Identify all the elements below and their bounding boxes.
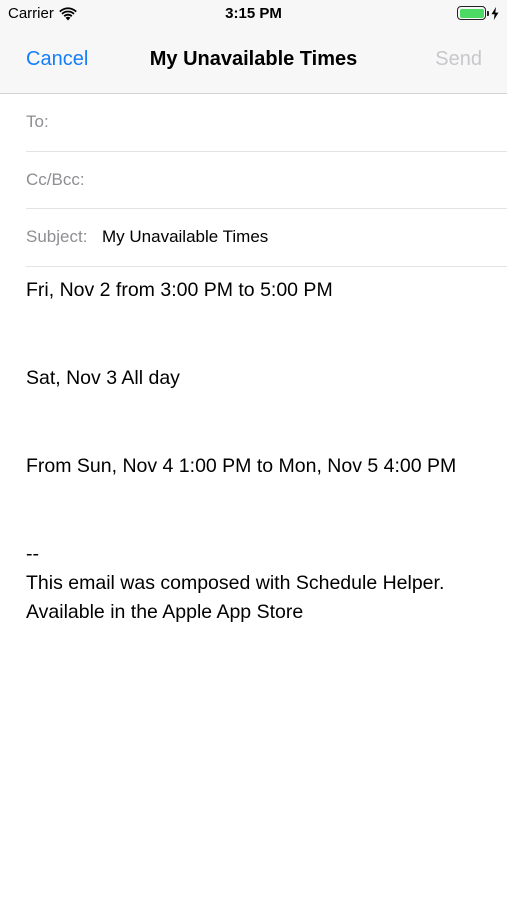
status-time: 3:15 PM [225,5,282,22]
send-button[interactable]: Send [435,48,482,71]
signature-line: Available in the Apple App Store [26,601,304,624]
body-line [26,481,486,510]
subject-field[interactable]: Subject: My Unavailable Times [26,209,507,267]
signature-separator: -- [26,542,39,565]
battery-tip [487,10,489,16]
page-title: My Unavailable Times [149,48,358,70]
body-line [26,422,486,451]
battery-indicator [457,6,499,20]
body-line [26,393,486,422]
cc-bcc-label: Cc/Bcc: [26,170,85,189]
body-line [26,305,486,334]
body-line: Fri, Nov 2 from 3:00 PM to 5:00 PM [26,279,333,301]
battery-icon [457,6,486,20]
subject-input[interactable]: My Unavailable Times [102,227,268,247]
cc-bcc-field[interactable]: Cc/Bcc: [26,152,507,209]
body-line: From Sun, Nov 4 1:00 PM to Mon, Nov 5 4:… [26,454,457,477]
charging-bolt-icon [491,6,499,20]
subject-label: Subject: [26,227,88,246]
status-bar: Carrier 3:15 PM [0,0,507,28]
body-line: Sat, Nov 3 All day [26,366,180,389]
signature-line: This email was composed with Schedule He… [26,571,445,594]
battery-fill [459,8,484,18]
body-line [26,335,486,364]
to-label: To: [26,112,49,131]
to-field[interactable]: To: [26,94,507,152]
message-body[interactable]: Fri, Nov 2 from 3:00 PM to 5:00 PM Sat, … [26,276,486,628]
body-line [26,510,486,539]
compose-nav-bar: Cancel My Unavailable Times Send [0,28,507,94]
